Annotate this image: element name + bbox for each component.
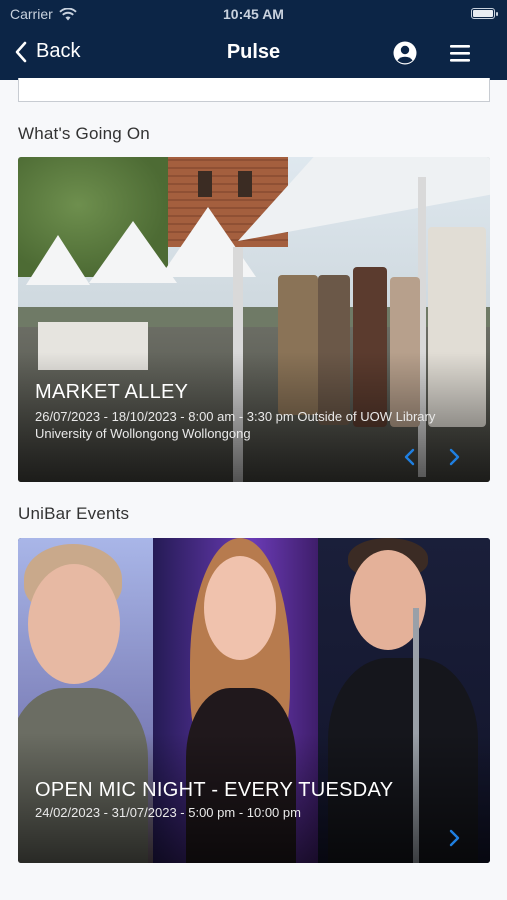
event-card-market-alley[interactable]: MARKET ALLEY 26/07/2023 - 18/10/2023 - 8… bbox=[18, 157, 490, 482]
face-shape bbox=[28, 564, 120, 684]
chevron-right-icon[interactable] bbox=[446, 448, 462, 466]
top-bar: Carrier 10:45 AM Back Pulse bbox=[0, 0, 507, 80]
event-title: MARKET ALLEY bbox=[35, 381, 189, 403]
search-input[interactable] bbox=[18, 78, 490, 102]
event-card-open-mic-night[interactable]: OPEN MIC NIGHT - EVERY TUESDAY 24/02/202… bbox=[18, 538, 490, 863]
menu-icon bbox=[450, 45, 470, 62]
event-title: OPEN MIC NIGHT - EVERY TUESDAY bbox=[35, 779, 394, 801]
chevron-right-icon[interactable] bbox=[446, 829, 462, 847]
window-shape bbox=[198, 171, 212, 197]
chevron-left-icon[interactable] bbox=[402, 448, 418, 466]
face-shape bbox=[204, 556, 276, 660]
nav-bar: Back Pulse bbox=[0, 28, 507, 80]
status-time: 10:45 AM bbox=[223, 6, 284, 22]
window-shape bbox=[238, 171, 252, 197]
battery-icon bbox=[471, 8, 498, 19]
page-title: Pulse bbox=[226, 41, 281, 63]
section-title-whats-going-on: What's Going On bbox=[18, 124, 150, 143]
event-meta: 24/02/2023 - 31/07/2023 - 5:00 pm - 10:0… bbox=[35, 805, 301, 820]
profile-icon bbox=[393, 41, 417, 65]
event-meta: 26/07/2023 - 18/10/2023 - 8:00 am - 3:30… bbox=[35, 409, 436, 441]
section-title-unibar-events: UniBar Events bbox=[18, 504, 130, 523]
menu-button[interactable] bbox=[448, 40, 474, 66]
status-bar: Carrier 10:45 AM bbox=[0, 0, 507, 28]
profile-button[interactable] bbox=[392, 40, 418, 66]
